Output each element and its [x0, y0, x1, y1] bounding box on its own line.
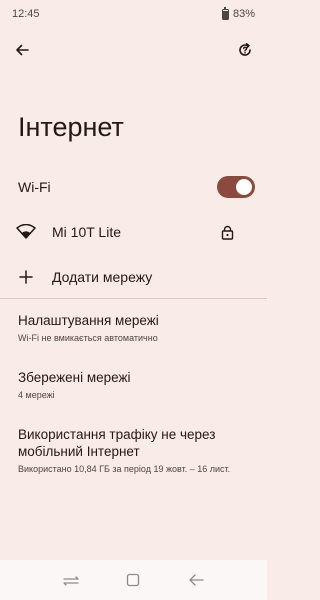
page-title: Інтернет [18, 112, 124, 142]
status-bar: 12:45 83% [0, 0, 267, 28]
wifi-toggle-row[interactable]: Wi-Fi [0, 168, 267, 206]
app-bar [0, 34, 267, 66]
setting-title: Збережені мережі [18, 370, 131, 385]
status-time: 12:45 [12, 8, 40, 20]
wifi-label: Wi-Fi [18, 179, 51, 195]
setting-subtitle: 4 мережі [18, 390, 55, 400]
recents-icon [63, 576, 79, 586]
saved-networks-item[interactable]: Збережені мережі 4 мережі [18, 369, 258, 401]
home-icon [127, 573, 140, 587]
divider [0, 298, 267, 299]
navigation-bar [0, 560, 267, 600]
non-carrier-data-usage-item[interactable]: Використання трафіку не через мобільний … [18, 426, 258, 475]
wifi-icon [16, 222, 36, 242]
help-button[interactable] [231, 36, 259, 64]
toggle-thumb [236, 179, 252, 195]
network-name: Mi 10T Lite [52, 224, 121, 240]
arrow-back-icon [16, 44, 29, 56]
add-network-item[interactable]: Додати мережу [0, 258, 267, 296]
recents-button[interactable] [57, 566, 85, 594]
network-item[interactable]: Mi 10T Lite [0, 212, 267, 252]
plus-icon [16, 267, 36, 287]
nav-back-button[interactable] [182, 566, 210, 594]
setting-title: Використання трафіку не через мобільний … [18, 427, 216, 459]
wifi-toggle[interactable] [217, 176, 255, 198]
setting-subtitle: Використано 10,84 ГБ за період 19 жовт. … [18, 464, 231, 474]
battery-percent: 83% [232, 8, 255, 20]
back-button[interactable] [8, 36, 36, 64]
setting-title: Налаштування мережі [18, 313, 159, 328]
lock-icon [219, 224, 235, 240]
network-settings-item[interactable]: Налаштування мережі Wi-Fi не вмикається … [18, 312, 258, 344]
help-refresh-icon [239, 43, 251, 56]
battery-icon [221, 6, 229, 20]
setting-subtitle: Wi-Fi не вмикається автоматично [18, 333, 158, 343]
add-network-label: Додати мережу [52, 269, 153, 285]
status-right: 83% [221, 6, 255, 20]
nav-back-icon [189, 574, 204, 586]
home-button[interactable] [119, 566, 147, 594]
